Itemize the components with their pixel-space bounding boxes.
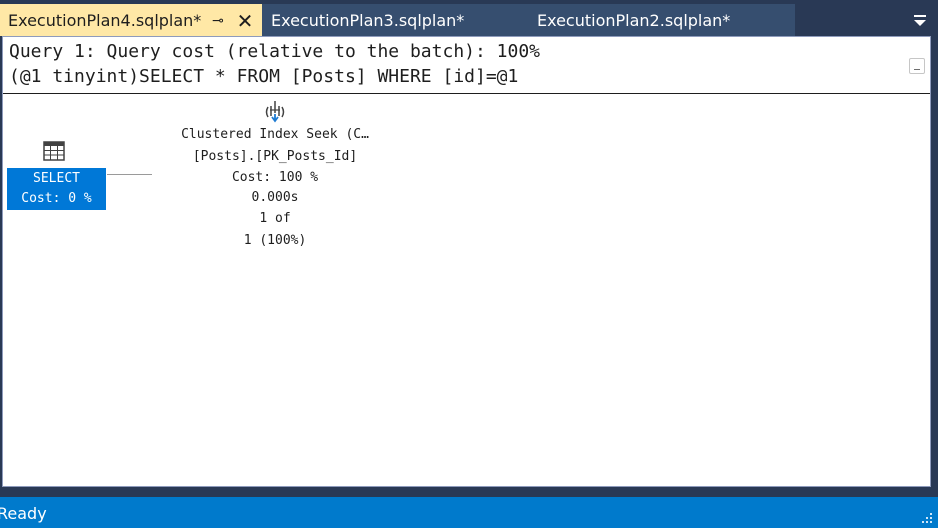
resize-grip-icon[interactable] xyxy=(920,511,934,525)
tab-executionplan4[interactable]: ExecutionPlan4.sqlplan* ⊸ ✕ xyxy=(0,4,262,36)
seek-node-cost: Cost: 100 % xyxy=(231,170,319,185)
tab-label: ExecutionPlan4.sqlplan* xyxy=(8,11,202,30)
tab-overflow-dropdown-icon[interactable] xyxy=(906,4,934,36)
table-grid-icon[interactable] xyxy=(43,141,65,161)
select-node-label: SELECT xyxy=(33,171,80,186)
query-header: Query 1: Query cost (relative to the bat… xyxy=(3,37,930,94)
pin-icon[interactable]: ⊸ xyxy=(208,4,228,38)
clustered-index-seek-icon[interactable] xyxy=(262,98,288,124)
query-cost-line: Query 1: Query cost (relative to the bat… xyxy=(9,41,541,62)
tab-label: ExecutionPlan3.sqlplan* xyxy=(271,11,465,30)
collapse-header-button[interactable] xyxy=(909,58,925,74)
tab-executionplan2[interactable]: ExecutionPlan2.sqlplan* xyxy=(528,4,795,36)
tab-executionplan3[interactable]: ExecutionPlan3.sqlplan* xyxy=(262,4,528,36)
seek-node-time: 0.000s xyxy=(251,190,299,205)
status-bar: Ready xyxy=(0,497,938,528)
seek-node-name[interactable]: Clustered Index Seek (C… xyxy=(153,125,397,145)
seek-node-rows: 1 of xyxy=(259,211,291,226)
status-text: Ready xyxy=(0,504,47,523)
seek-node-object: [Posts].[PK_Posts_Id] xyxy=(192,149,358,164)
seek-node-rows-percent: 1 (100%) xyxy=(243,233,307,248)
tab-label: ExecutionPlan2.sqlplan* xyxy=(537,11,731,30)
select-node-cost: Cost: 0 % xyxy=(21,191,92,206)
select-node[interactable]: SELECT Cost: 0 % xyxy=(7,168,106,210)
query-text-line: (@1 tinyint)SELECT * FROM [Posts] WHERE … xyxy=(9,66,519,87)
plan-connector-line xyxy=(107,174,152,175)
document-tab-bar: ExecutionPlan4.sqlplan* ⊸ ✕ ExecutionPla… xyxy=(0,0,938,36)
execution-plan-document: Query 1: Query cost (relative to the bat… xyxy=(2,36,931,487)
close-icon[interactable]: ✕ xyxy=(234,4,256,38)
